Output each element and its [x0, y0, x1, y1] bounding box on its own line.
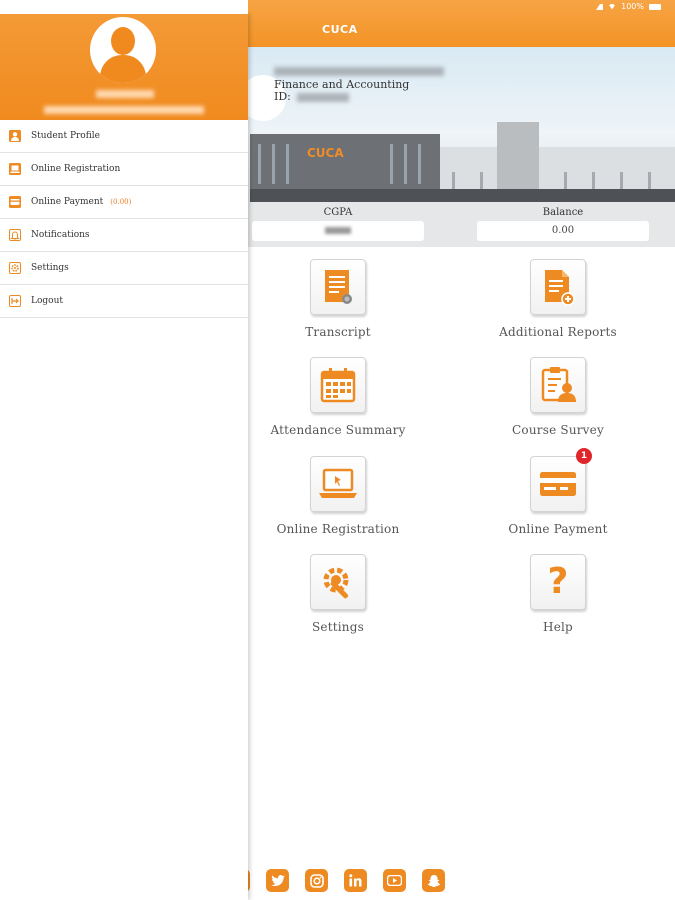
social-links	[240, 869, 445, 892]
signal-icon	[596, 3, 604, 10]
tile-help[interactable]: ? Help	[463, 554, 653, 644]
tile-transcript[interactable]: Transcript	[243, 259, 433, 349]
menu-item-online-payment[interactable]: Online Payment (0.00)	[0, 186, 248, 219]
tile-attendance-summary[interactable]: Attendance Summary	[243, 357, 433, 447]
status-indicators: 100%	[596, 2, 661, 11]
person-icon	[9, 130, 21, 142]
building-sign: CUCA	[307, 146, 344, 160]
student-program: Finance and Accounting	[274, 78, 410, 91]
tile-label: Help	[543, 620, 573, 634]
menu-item-label: Online Registration	[31, 164, 121, 174]
tile-label: Settings	[312, 620, 364, 634]
student-id-label: ID:	[274, 90, 291, 103]
battery-icon	[649, 3, 661, 10]
linkedin-icon[interactable]	[344, 869, 367, 892]
tile-settings[interactable]: Settings	[243, 554, 433, 644]
tile-label: Attendance Summary	[270, 423, 406, 437]
menu-item-notifications[interactable]: Notifications	[0, 219, 248, 252]
question-icon: ?	[530, 554, 586, 610]
tile-online-payment[interactable]: 1 Online Payment	[463, 448, 653, 546]
menu-item-label: Online Payment	[31, 197, 104, 207]
gear-icon	[9, 262, 21, 274]
menu-item-student-profile[interactable]: Student Profile	[0, 120, 248, 153]
menu-item-label: Logout	[31, 296, 63, 306]
survey-icon	[530, 357, 586, 413]
drawer-menu: Student Profile Online Registration Onli…	[0, 120, 248, 318]
menu-item-label: Settings	[31, 263, 69, 273]
stats-bar: CGPA Balance 0.00	[248, 202, 675, 247]
tile-additional-reports[interactable]: Additional Reports	[463, 259, 653, 349]
gear-wrench-icon	[310, 554, 366, 610]
student-id-blurred	[296, 92, 349, 102]
cgpa-value	[252, 221, 424, 241]
tile-course-survey[interactable]: Course Survey	[463, 357, 653, 447]
transcript-icon	[310, 259, 366, 315]
drawer-header	[0, 14, 248, 120]
status-bar: 100%	[0, 0, 675, 14]
bell-icon	[9, 229, 21, 241]
cgpa-label: CGPA	[323, 207, 353, 218]
logout-icon	[9, 295, 21, 307]
snapchat-icon[interactable]	[422, 869, 445, 892]
user-name-blurred	[96, 90, 154, 98]
balance-value: 0.00	[477, 221, 649, 241]
app-title: CUCA	[322, 23, 358, 36]
laptop-icon	[9, 163, 21, 175]
payment-balance: (0.00)	[110, 198, 132, 206]
balance-label: Balance	[542, 207, 584, 218]
menu-item-label: Student Profile	[31, 131, 100, 141]
tile-label: Additional Reports	[499, 325, 617, 339]
tile-online-registration[interactable]: Online Registration	[243, 456, 433, 546]
laptop-icon	[310, 456, 366, 512]
youtube-icon[interactable]	[383, 869, 406, 892]
additional-reports-icon	[530, 259, 586, 315]
user-details-blurred	[44, 106, 204, 114]
instagram-icon[interactable]	[305, 869, 328, 892]
notification-badge: 1	[576, 448, 592, 464]
credit-card-icon: 1	[530, 448, 592, 512]
menu-item-online-registration[interactable]: Online Registration	[0, 153, 248, 186]
wifi-icon	[608, 3, 617, 10]
tile-label: Course Survey	[512, 423, 604, 437]
credit-card-icon	[9, 196, 21, 208]
building-base	[250, 189, 675, 202]
cgpa-stat: CGPA	[252, 202, 424, 241]
avatar	[90, 17, 156, 83]
battery-percent: 100%	[621, 2, 644, 11]
tile-label: Online Payment	[508, 522, 608, 536]
menu-item-logout[interactable]: Logout	[0, 285, 248, 318]
balance-stat: Balance 0.00	[477, 202, 649, 241]
menu-item-label: Notifications	[31, 230, 90, 240]
cgpa-value-blurred	[325, 227, 351, 234]
calendar-icon	[310, 357, 366, 413]
tile-label: Transcript	[305, 325, 371, 339]
navigation-drawer: Student Profile Online Registration Onli…	[0, 0, 248, 900]
menu-item-settings[interactable]: Settings	[0, 252, 248, 285]
tile-label: Online Registration	[276, 522, 400, 536]
student-name-blurred	[274, 67, 444, 76]
student-info: Finance and Accounting ID:	[274, 67, 444, 103]
twitter-icon[interactable]	[266, 869, 289, 892]
